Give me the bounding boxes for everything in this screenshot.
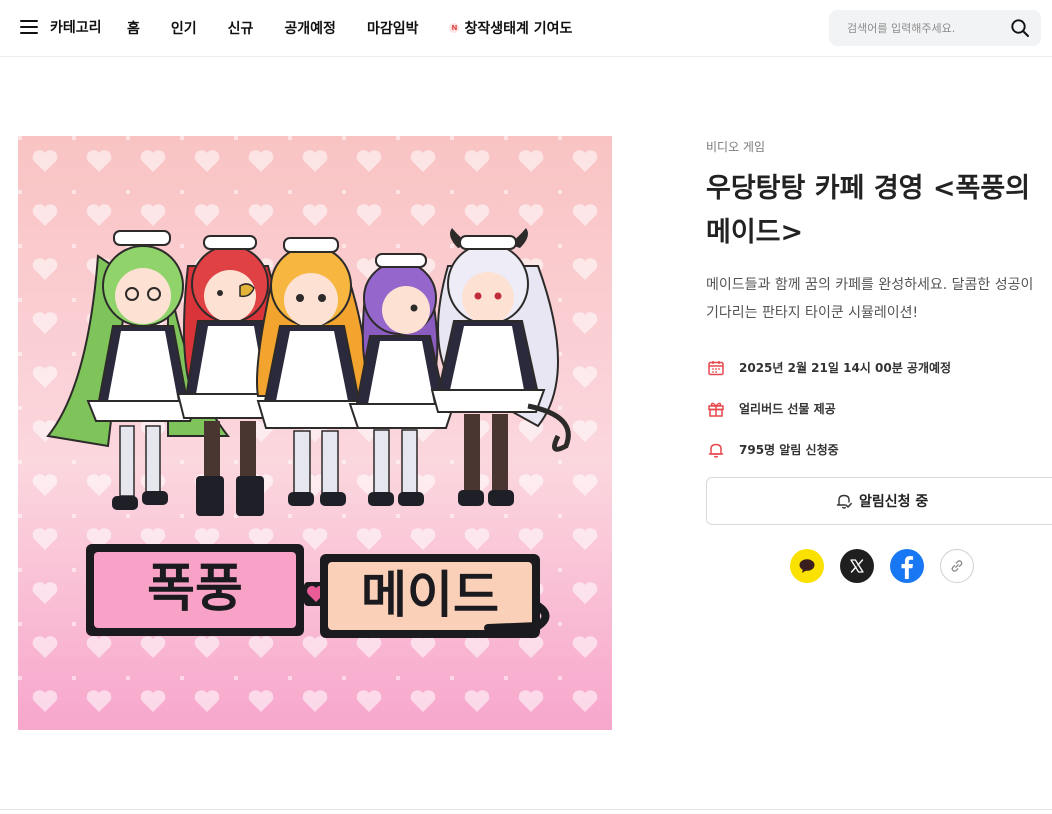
- project-title: 우당탕탕 카페 경영 <폭풍의 메이드>: [706, 167, 1052, 255]
- alert-count-row: 795명 알림 신청중: [706, 429, 1052, 470]
- main-nav: 홈 인기 신규 공개예정 마감임박 N 창작생태계 기여도: [127, 18, 603, 38]
- notification-subscribed-button[interactable]: 알림신청 중: [706, 477, 1052, 525]
- section-divider: [0, 809, 1052, 810]
- nav-home[interactable]: 홈: [127, 18, 140, 38]
- nav-creator-contribution[interactable]: N 창작생태계 기여도: [449, 18, 572, 38]
- share-facebook-button[interactable]: [890, 549, 924, 583]
- category-menu-button[interactable]: 카테고리: [20, 17, 102, 37]
- project-meta: 2025년 2월 21일 14시 00분 공개예정 얼리버드 선물 제공 795…: [706, 347, 1052, 470]
- project-info: 비디오 게임 우당탕탕 카페 경영 <폭풍의 메이드> 메이드들과 함께 꿈의 …: [706, 138, 1052, 470]
- top-header: 카테고리 홈 인기 신규 공개예정 마감임박 N 창작생태계 기여도: [0, 0, 1052, 57]
- category-menu-label: 카테고리: [50, 20, 102, 36]
- x-icon: [850, 559, 864, 573]
- project-title-line-1: 우당탕탕 카페 경영 <폭풍의: [706, 173, 1031, 204]
- hamburger-icon: [20, 20, 38, 34]
- project-category[interactable]: 비디오 게임: [706, 138, 1052, 155]
- calendar-icon: [708, 360, 724, 375]
- project-title-line-2: 메이드>: [706, 217, 804, 248]
- cover-logo-text-2: 메이드: [361, 566, 499, 624]
- alert-count-text: 795명 알림 신청중: [739, 443, 839, 457]
- nav-closing-soon[interactable]: 마감임박: [367, 18, 419, 38]
- project-description-line-2: 기다리는 판타지 타이쿤 시뮬레이션!: [706, 305, 919, 321]
- share-link-button[interactable]: [940, 549, 974, 583]
- nav-popular[interactable]: 인기: [171, 18, 197, 38]
- facebook-icon: [901, 556, 914, 579]
- project-description: 메이드들과 함께 꿈의 카페를 완성하세요. 달콤한 성공이 기다리는 판타지 …: [706, 271, 1052, 327]
- gift-text: 얼리버드 선물 제공: [739, 402, 836, 416]
- search-icon[interactable]: [1010, 18, 1030, 38]
- cover-logo-text-1: 폭풍: [147, 559, 243, 619]
- notification-button-label: 알림신청 중: [859, 494, 929, 510]
- nav-new[interactable]: 신규: [228, 18, 254, 38]
- search-input[interactable]: [829, 10, 1004, 46]
- release-date-row: 2025년 2월 21일 14시 00분 공개예정: [706, 347, 1052, 388]
- share-buttons: [790, 549, 990, 583]
- gift-row: 얼리버드 선물 제공: [706, 388, 1052, 429]
- project-description-line-1: 메이드들과 함께 꿈의 카페를 완성하세요. 달콤한 성공이: [706, 277, 1034, 293]
- nav-upcoming[interactable]: 공개예정: [284, 18, 336, 38]
- bell-check-icon: [836, 494, 852, 509]
- share-kakao-button[interactable]: [790, 549, 824, 583]
- kakao-icon: [799, 559, 815, 573]
- nav-creator-contribution-label: 창작생태계 기여도: [464, 21, 573, 37]
- search-box: [829, 10, 1041, 46]
- notification-button-content: 알림신청 중: [835, 491, 928, 511]
- link-icon: [951, 560, 963, 572]
- project-cover-image: 폭풍 메이드: [18, 136, 612, 730]
- gift-icon: [708, 402, 724, 417]
- new-badge: N: [449, 23, 460, 33]
- share-x-button[interactable]: [840, 549, 874, 583]
- bell-icon: [708, 443, 724, 458]
- release-date-text: 2025년 2월 21일 14시 00분 공개예정: [739, 361, 952, 375]
